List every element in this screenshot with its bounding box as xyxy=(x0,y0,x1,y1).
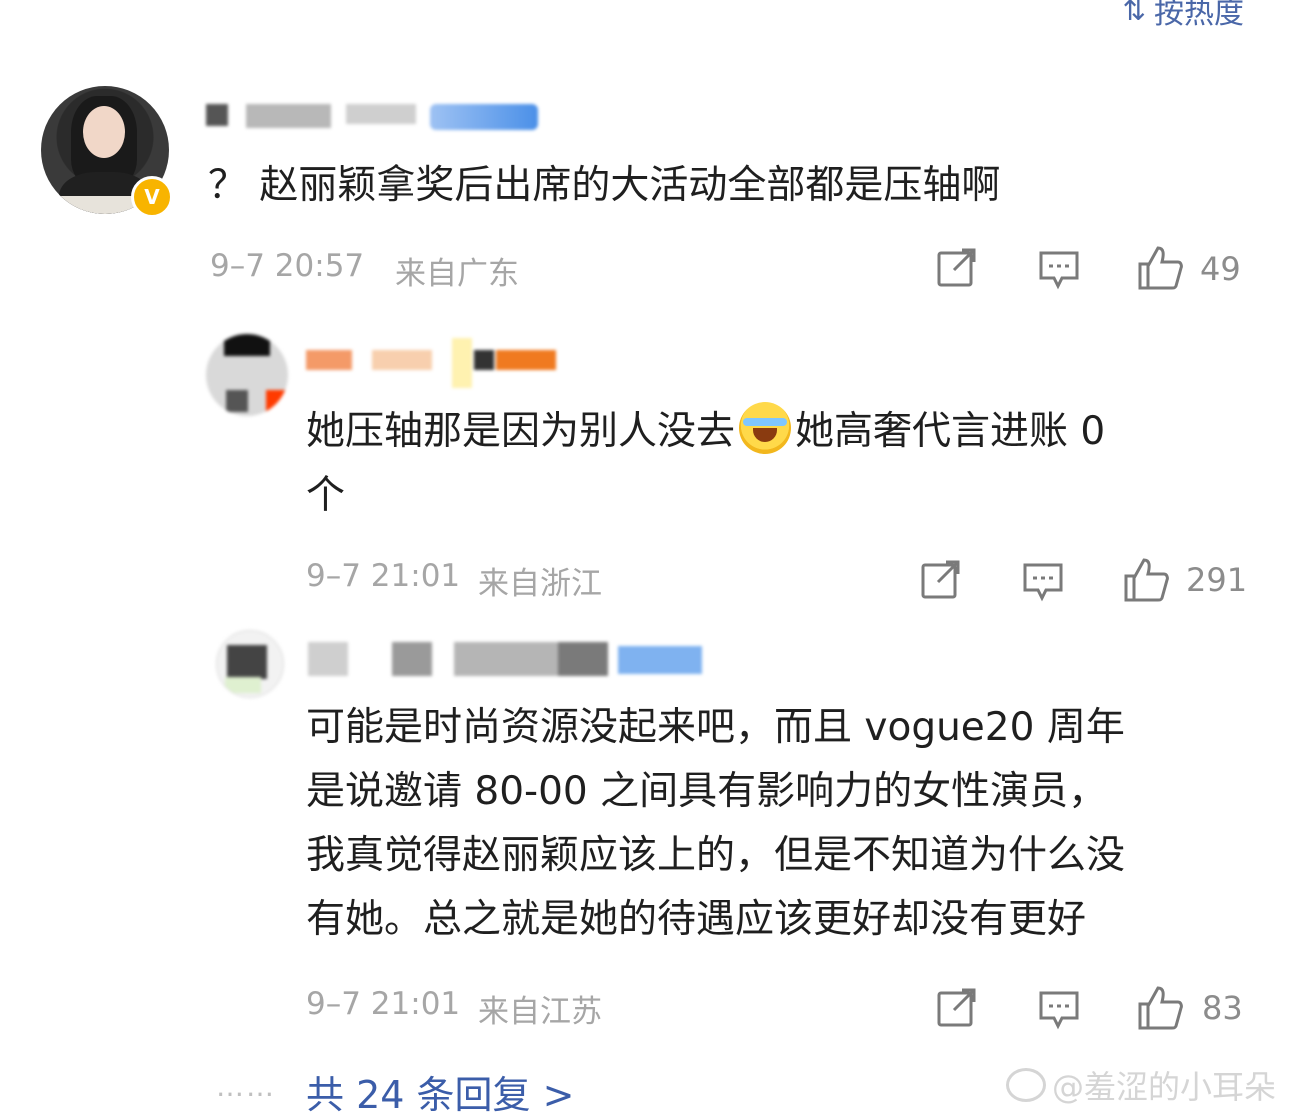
comment-line: 是说邀请 80-00 之间具有影响力的女性演员， xyxy=(306,769,1108,814)
verified-badge: V xyxy=(131,176,173,218)
like-icon[interactable] xyxy=(1122,556,1170,613)
watermark: @羞涩的小耳朵 xyxy=(1006,1062,1276,1108)
sort-label: 按热度 xyxy=(1154,0,1244,31)
comment-text: ？ 赵丽颖拿奖后出席的大活动全部都是压轴啊 xyxy=(208,163,1001,208)
username-redacted[interactable] xyxy=(206,100,416,134)
share-icon[interactable] xyxy=(936,986,978,1037)
avatar[interactable] xyxy=(206,334,288,416)
comment-icon[interactable] xyxy=(1022,560,1064,611)
like-icon[interactable] xyxy=(1136,984,1184,1041)
comment-text-part: 她高奢代言进账 0 xyxy=(795,409,1106,454)
laughing-crying-emoji-icon xyxy=(739,402,792,454)
watermark-text: @羞涩的小耳朵 xyxy=(1052,1068,1277,1106)
comment-timestamp: 9–7 20:57 xyxy=(210,248,365,284)
sort-by-hot-button[interactable]: ⇅ 按热度 xyxy=(1123,0,1244,32)
username-redacted[interactable] xyxy=(308,636,708,682)
comment-timestamp: 9–7 21:01 xyxy=(306,558,461,594)
comment-location: 来自浙江 xyxy=(478,566,602,602)
comment-text-part: 她压轴那是因为别人没去 xyxy=(306,409,736,454)
like-count: 83 xyxy=(1202,989,1243,1027)
comment-line: 我真觉得赵丽颖应该上的，但是不知道为什么没 xyxy=(306,833,1126,878)
comment-line: 有她。总之就是她的待遇应该更好却没有更好 xyxy=(306,897,1087,942)
weibo-logo-icon xyxy=(1006,1068,1046,1102)
like-count: 291 xyxy=(1186,561,1248,599)
sort-icon: ⇅ xyxy=(1122,0,1146,27)
username-redacted[interactable] xyxy=(306,338,556,388)
share-icon[interactable] xyxy=(920,558,962,609)
more-dots: …… xyxy=(216,1070,276,1103)
user-tag-redacted xyxy=(430,104,538,130)
comment-icon[interactable] xyxy=(1038,248,1080,299)
view-all-replies-link[interactable]: 共 24 条回复 > xyxy=(306,1064,574,1119)
avatar[interactable] xyxy=(216,630,284,698)
comment-location: 来自江苏 xyxy=(478,994,602,1030)
comment-text-part: 个 xyxy=(306,473,346,518)
like-icon[interactable] xyxy=(1136,244,1184,301)
comment-line: 可能是时尚资源没起来吧，而且 vogue20 周年 xyxy=(306,705,1125,750)
comment-location: 来自广东 xyxy=(395,256,519,292)
like-count: 49 xyxy=(1200,250,1241,288)
comment-icon[interactable] xyxy=(1038,988,1080,1039)
share-icon[interactable] xyxy=(936,246,978,297)
comment-timestamp: 9–7 21:01 xyxy=(306,986,461,1022)
comment-text: 她压轴那是因为别人没去 她高奢代言进账 0 个 xyxy=(306,400,1226,528)
comment-text: 可能是时尚资源没起来吧，而且 vogue20 周年 是说邀请 80-00 之间具… xyxy=(306,696,1256,952)
